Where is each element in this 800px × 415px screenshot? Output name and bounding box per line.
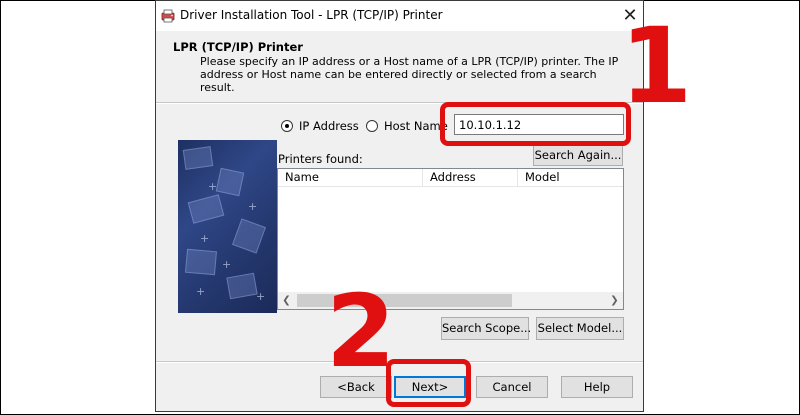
header-divider: [156, 102, 643, 104]
select-model-button[interactable]: Select Model...: [536, 317, 624, 340]
search-again-button[interactable]: Search Again...: [533, 145, 623, 166]
step-number-1: 1: [620, 5, 693, 127]
step-number-2: 2: [326, 273, 396, 390]
scroll-right-icon[interactable]: ❯: [606, 292, 623, 309]
title-bar[interactable]: Driver Installation Tool - LPR (TCP/IP) …: [156, 1, 643, 31]
column-header-name[interactable]: Name: [278, 169, 423, 186]
page-description: Please specify an IP address or a Host n…: [200, 55, 619, 94]
radio-ip-address-label: IP Address: [299, 119, 359, 133]
printers-list-header: Name Address Model: [278, 169, 623, 187]
wizard-header: LPR (TCP/IP) Printer Please specify an I…: [156, 31, 643, 103]
page-title: LPR (TCP/IP) Printer: [173, 40, 303, 54]
address-input[interactable]: 10.10.1.12: [454, 114, 624, 135]
driver-installation-dialog: Driver Installation Tool - LPR (TCP/IP) …: [155, 0, 644, 412]
printers-found-label: Printers found:: [278, 152, 363, 166]
radio-ip-address[interactable]: IP Address: [281, 118, 359, 134]
window-title: Driver Installation Tool - LPR (TCP/IP) …: [180, 8, 443, 22]
help-button[interactable]: Help: [561, 376, 633, 398]
column-header-address[interactable]: Address: [423, 169, 518, 186]
footer-divider: [156, 361, 643, 363]
cancel-button[interactable]: Cancel: [476, 376, 548, 398]
search-scope-button[interactable]: Search Scope...: [441, 317, 531, 340]
printer-app-icon: [161, 9, 175, 23]
radio-ip-address-indicator[interactable]: [281, 120, 293, 132]
radio-host-name[interactable]: Host Name: [366, 118, 448, 134]
radio-host-name-indicator[interactable]: [366, 120, 378, 132]
scroll-left-icon[interactable]: ❮: [278, 292, 295, 309]
radio-host-name-label: Host Name: [384, 119, 448, 133]
wizard-side-image: + + + + + +: [178, 140, 277, 313]
column-header-model[interactable]: Model: [518, 169, 623, 186]
next-button[interactable]: Next>: [394, 376, 466, 398]
